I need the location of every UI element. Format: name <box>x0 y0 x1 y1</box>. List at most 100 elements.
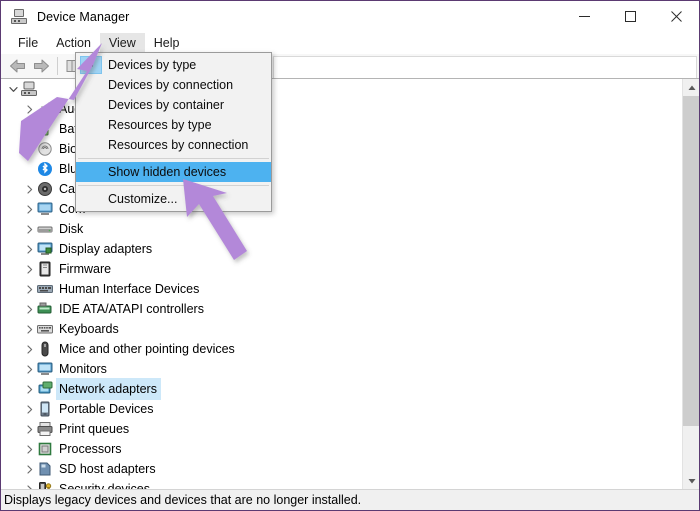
tree-row-label: Processors <box>59 439 122 459</box>
chevron-right-icon[interactable] <box>21 359 37 379</box>
scroll-up-icon[interactable] <box>683 79 700 96</box>
tree-row[interactable]: Network adapters <box>1 379 699 399</box>
view-menu-item[interactable]: Devices by type <box>76 55 271 75</box>
tree-row-label: Human Interface Devices <box>59 279 199 299</box>
tree-row[interactable]: Disk <box>1 219 699 239</box>
view-menu-item[interactable]: Customize... <box>76 189 271 209</box>
minimize-button[interactable] <box>561 1 607 32</box>
close-button[interactable] <box>653 1 699 32</box>
chevron-right-icon[interactable] <box>21 239 37 259</box>
view-menu-item-label: Devices by connection <box>108 78 233 92</box>
chevron-right-icon[interactable] <box>21 339 37 359</box>
chevron-right-icon[interactable] <box>21 419 37 439</box>
tree-row[interactable]: IDE ATA/ATAPI controllers <box>1 299 699 319</box>
menu-help[interactable]: Help <box>145 33 189 54</box>
chevron-right-icon[interactable] <box>21 99 37 119</box>
chevron-right-icon[interactable] <box>21 379 37 399</box>
forward-icon[interactable] <box>29 55 53 77</box>
chevron-right-icon[interactable] <box>21 479 37 489</box>
view-menu-item-label: Resources by connection <box>108 138 248 152</box>
twisty-placeholder <box>21 159 37 179</box>
tree-row[interactable]: Portable Devices <box>1 399 699 419</box>
tree-row-label: Portable Devices <box>59 399 154 419</box>
view-menu-item-label: Devices by container <box>108 98 224 112</box>
scrollbar-thumb[interactable] <box>683 96 700 426</box>
tree-row-label: Mice and other pointing devices <box>59 339 235 359</box>
window-title: Device Manager <box>37 10 129 24</box>
menu-separator <box>78 185 269 186</box>
hid-icon <box>37 281 53 297</box>
tree-row[interactable]: Firmware <box>1 259 699 279</box>
chevron-right-icon[interactable] <box>21 119 37 139</box>
view-menu-item-label: Resources by type <box>108 118 212 132</box>
tree-row-label: Security devices <box>59 479 150 489</box>
view-menu-item[interactable]: Devices by container <box>76 95 271 115</box>
battery-icon <box>37 121 53 137</box>
menu-view[interactable]: View <box>100 33 145 54</box>
scroll-down-icon[interactable] <box>683 472 700 489</box>
tree-row[interactable]: Display adapters <box>1 239 699 259</box>
chevron-right-icon[interactable] <box>21 219 37 239</box>
printer-icon <box>37 421 53 437</box>
monitor-icon <box>37 361 53 377</box>
twisty-placeholder <box>21 139 37 159</box>
maximize-button[interactable] <box>607 1 653 32</box>
menu-action[interactable]: Action <box>47 33 100 54</box>
toolbar-right-pane <box>273 56 697 78</box>
tree-row[interactable]: Print queues <box>1 419 699 439</box>
chevron-right-icon[interactable] <box>21 179 37 199</box>
tree-row[interactable]: Keyboards <box>1 319 699 339</box>
tree-row[interactable]: Security devices <box>1 479 699 489</box>
window-controls <box>561 1 699 32</box>
bluetooth-icon <box>37 161 53 177</box>
toolbar-separator <box>57 57 58 75</box>
chevron-right-icon[interactable] <box>21 439 37 459</box>
chevron-right-icon[interactable] <box>21 199 37 219</box>
radio-empty-icon <box>80 76 102 94</box>
tree-row-label: SD host adapters <box>59 459 156 479</box>
biometric-icon <box>37 141 53 157</box>
tree-row[interactable]: Processors <box>1 439 699 459</box>
radio-empty-icon <box>80 136 102 154</box>
processor-icon <box>37 441 53 457</box>
disk-drive-icon <box>37 221 53 237</box>
view-menu-item[interactable]: Resources by type <box>76 115 271 135</box>
chevron-right-icon[interactable] <box>21 279 37 299</box>
device-manager-icon <box>11 9 27 25</box>
chevron-right-icon[interactable] <box>21 259 37 279</box>
tree-row[interactable]: Mice and other pointing devices <box>1 339 699 359</box>
back-icon[interactable] <box>5 55 29 77</box>
chevron-right-icon[interactable] <box>21 319 37 339</box>
chevron-right-icon[interactable] <box>21 399 37 419</box>
tree-row[interactable]: Monitors <box>1 359 699 379</box>
tree-row-label: IDE ATA/ATAPI controllers <box>59 299 204 319</box>
network-adapter-icon <box>37 381 53 397</box>
chevron-right-icon[interactable] <box>21 459 37 479</box>
radio-empty-icon <box>80 190 102 208</box>
menu-file[interactable]: File <box>9 33 47 54</box>
keyboard-icon <box>37 321 53 337</box>
tree-row-label: Network adapters <box>56 378 161 400</box>
view-dropdown-menu[interactable]: Devices by type Devices by connection Devi… <box>75 52 272 212</box>
chevron-right-icon[interactable] <box>21 299 37 319</box>
computer-icon <box>37 201 53 217</box>
menu-separator <box>78 158 269 159</box>
view-menu-item-label: Show hidden devices <box>108 165 226 179</box>
title-bar: Device Manager <box>1 1 699 32</box>
view-menu-item[interactable]: Devices by connection <box>76 75 271 95</box>
tree-row-label: Firmware <box>59 259 111 279</box>
vertical-scrollbar[interactable] <box>682 79 699 489</box>
view-menu-item[interactable]: Show hidden devices <box>76 162 271 182</box>
tree-row-label: Print queues <box>59 419 129 439</box>
radio-empty-icon <box>80 96 102 114</box>
camera-icon <box>37 181 53 197</box>
view-menu-item[interactable]: Resources by connection <box>76 135 271 155</box>
chevron-down-icon[interactable] <box>5 79 21 99</box>
ide-controller-icon <box>37 301 53 317</box>
radio-empty-icon <box>80 163 102 181</box>
tree-row[interactable]: SD host adapters <box>1 459 699 479</box>
mouse-icon <box>37 341 53 357</box>
tree-row[interactable]: Human Interface Devices <box>1 279 699 299</box>
computer-root-icon <box>21 81 37 97</box>
portable-device-icon <box>37 401 53 417</box>
